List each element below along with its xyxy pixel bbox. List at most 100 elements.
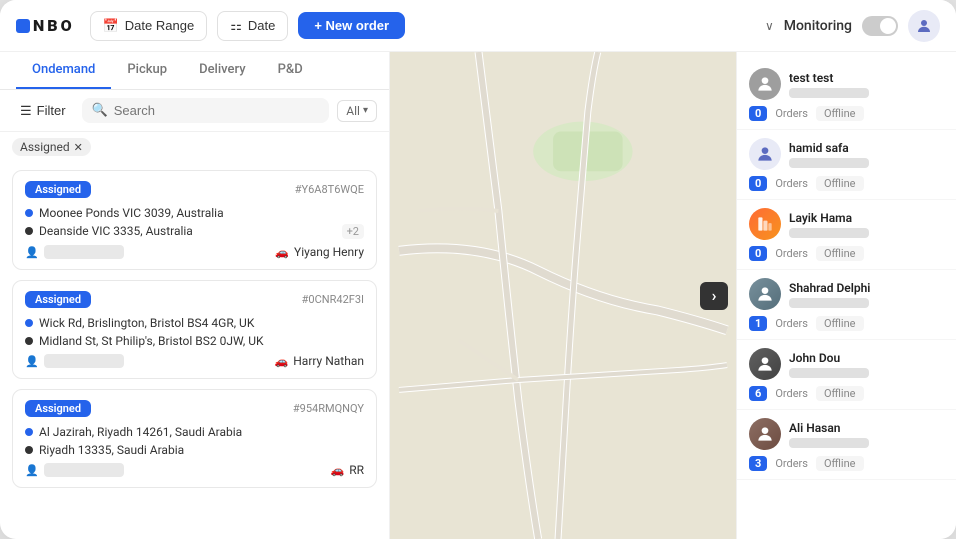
orders-badge: 1	[749, 316, 767, 331]
driver-stats: 0 Orders Offline	[749, 106, 944, 121]
stop-dot-dropoff	[25, 227, 33, 235]
search-input[interactable]	[114, 103, 320, 118]
order-id: #0CNR42F3I	[302, 293, 364, 306]
orders-badge: 3	[749, 456, 767, 471]
assigned-tag: Assigned ✕	[12, 138, 91, 156]
date-range-label: Date Range	[125, 18, 194, 33]
order-header: Assigned #0CNR42F3I	[25, 291, 364, 308]
stop-address: Deanside VIC 3335, Australia	[39, 224, 193, 238]
filter-label: Filter	[37, 103, 66, 118]
orders-badge: 0	[749, 106, 767, 121]
stop-dot-pickup	[25, 319, 33, 327]
car-icon: 🚗	[331, 464, 345, 477]
more-stops-badge: +2	[342, 224, 364, 239]
monitoring-section: ∨ Monitoring	[765, 16, 898, 36]
orders-badge: 0	[749, 176, 767, 191]
driver-phone-blur	[789, 88, 869, 98]
driver-phone	[44, 354, 124, 368]
driver-name-text: hamid safa	[789, 141, 944, 155]
order-list: Assigned #Y6A8T6WQE Moonee Ponds VIC 303…	[0, 162, 389, 539]
tab-pnd[interactable]: P&D	[262, 52, 319, 89]
stop-dot-pickup	[25, 209, 33, 217]
orders-label: Orders	[775, 247, 808, 260]
status-badge: Assigned	[25, 291, 91, 308]
orders-badge: 0	[749, 246, 767, 261]
driver-avatar	[749, 68, 781, 100]
driver-avatar	[749, 348, 781, 380]
tag-close-button[interactable]: ✕	[74, 141, 83, 154]
driver-avatar	[749, 418, 781, 450]
logo-square	[16, 19, 30, 33]
driver-name-col: Shahrad Delphi	[789, 281, 944, 308]
order-stop: Al Jazirah, Riyadh 14261, Saudi Arabia	[25, 425, 364, 439]
order-card[interactable]: Assigned #Y6A8T6WQE Moonee Ponds VIC 303…	[12, 170, 377, 270]
right-panel: test test 0 Orders Offline ham	[736, 52, 956, 539]
driver-phone-blur	[789, 158, 869, 168]
date-range-button[interactable]: 📅 Date Range	[90, 11, 208, 41]
driver-vehicle: 🚗 Yiyang Henry	[275, 245, 364, 259]
orders-label: Orders	[775, 317, 808, 330]
driver-name-text: test test	[789, 71, 944, 85]
user-avatar[interactable]	[908, 10, 940, 42]
driver-avatar	[749, 138, 781, 170]
driver-name-text: Ali Hasan	[789, 421, 944, 435]
monitoring-label: Monitoring	[784, 18, 852, 34]
driver-name-col: Ali Hasan	[789, 421, 944, 448]
new-order-button[interactable]: + New order	[298, 12, 405, 39]
order-card[interactable]: Assigned #954RMQNQY Al Jazirah, Riyadh 1…	[12, 389, 377, 488]
car-icon: 🚗	[275, 246, 289, 259]
logo-o: O	[61, 16, 72, 35]
tab-ondemand[interactable]: Ondemand	[16, 52, 111, 89]
map-expand-button[interactable]: ›	[700, 282, 728, 310]
driver-info: 👤	[25, 354, 124, 368]
order-stop: Wick Rd, Brislington, Bristol BS4 4GR, U…	[25, 316, 364, 330]
driver-name-text: John Dou	[789, 351, 944, 365]
tab-pickup[interactable]: Pickup	[111, 52, 183, 89]
tags-row: Assigned ✕	[0, 132, 389, 162]
chevron-down-icon: ▾	[363, 105, 368, 116]
monitoring-toggle[interactable]	[862, 16, 898, 36]
driver-vehicle: 🚗 RR	[331, 463, 365, 477]
driver-row: hamid safa 0 Orders Offline	[737, 130, 956, 200]
driver-stats: 3 Orders Offline	[749, 456, 944, 471]
driver-name-text: Layik Hama	[789, 211, 944, 225]
tab-delivery[interactable]: Delivery	[183, 52, 261, 89]
offline-badge: Offline	[816, 386, 864, 401]
order-stop: Riyadh 13335, Saudi Arabia	[25, 443, 364, 457]
person-icon: 👤	[25, 355, 39, 368]
order-footer: 👤 🚗 Yiyang Henry	[25, 245, 364, 259]
orders-label: Orders	[775, 107, 808, 120]
driver-vehicle: 🚗 Harry Nathan	[275, 354, 364, 368]
driver-stats: 0 Orders Offline	[749, 246, 944, 261]
driver-stats: 0 Orders Offline	[749, 176, 944, 191]
all-filter-button[interactable]: All ▾	[337, 100, 377, 122]
orders-badge: 6	[749, 386, 767, 401]
driver-phone-blur	[789, 438, 869, 448]
offline-badge: Offline	[816, 456, 864, 471]
order-card[interactable]: Assigned #0CNR42F3I Wick Rd, Brislington…	[12, 280, 377, 379]
driver-info: 👤	[25, 463, 124, 477]
order-id: #954RMQNQY	[293, 402, 364, 415]
driver-avatar	[749, 208, 781, 240]
date-button[interactable]: ⚏ Date	[217, 11, 288, 41]
filter-button[interactable]: ☰ Filter	[12, 99, 74, 123]
filter-bar: ☰ Filter 🔍 All ▾	[0, 90, 389, 132]
driver-info: 👤	[25, 245, 124, 259]
stop-address: Moonee Ponds VIC 3039, Australia	[39, 206, 224, 220]
driver-row: Layik Hama 0 Orders Offline	[737, 200, 956, 270]
driver-row: John Dou 6 Orders Offline	[737, 340, 956, 410]
driver-phone-blur	[789, 298, 869, 308]
person-icon: 👤	[25, 246, 39, 259]
driver-row-top: John Dou	[749, 348, 944, 380]
driver-row-top: Ali Hasan	[749, 418, 944, 450]
person-icon: 👤	[25, 464, 39, 477]
driver-row-top: Layik Hama	[749, 208, 944, 240]
offline-badge: Offline	[816, 106, 864, 121]
chevron-down-icon: ∨	[765, 19, 774, 33]
tabs: Ondemand Pickup Delivery P&D	[0, 52, 389, 90]
driver-stats: 6 Orders Offline	[749, 386, 944, 401]
driver-row-top: hamid safa	[749, 138, 944, 170]
stop-dot-dropoff	[25, 446, 33, 454]
driver-phone	[44, 245, 124, 259]
driver-avatar	[749, 278, 781, 310]
